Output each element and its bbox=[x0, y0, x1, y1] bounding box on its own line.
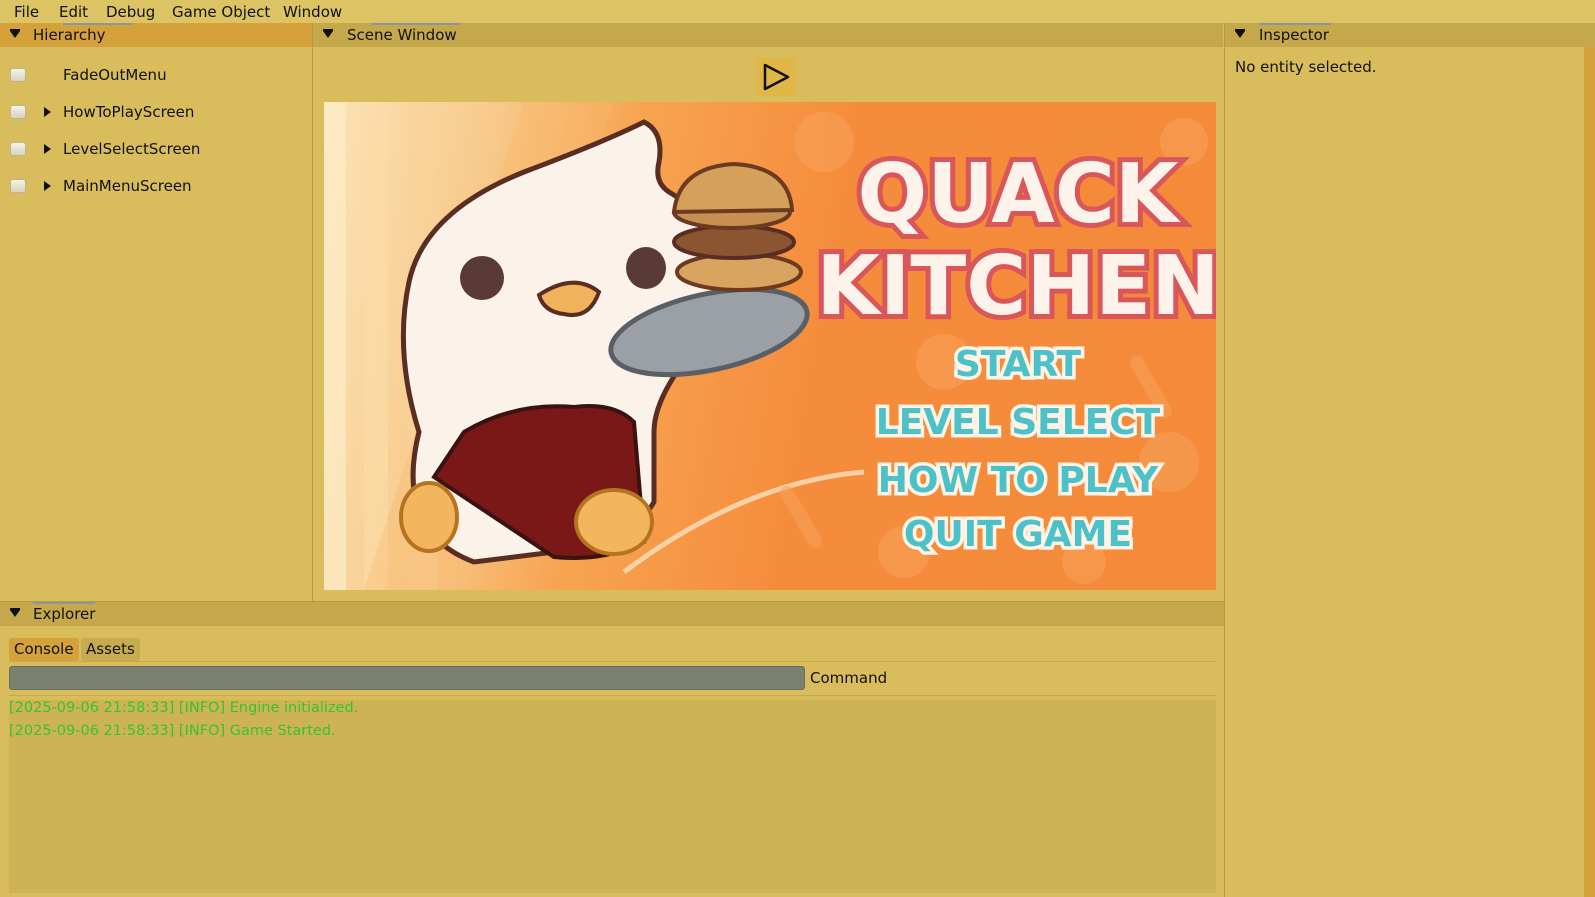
inspector-empty-text: No entity selected. bbox=[1235, 58, 1377, 76]
game-title-line2: KITCHEN bbox=[816, 239, 1216, 334]
play-button[interactable] bbox=[756, 58, 796, 96]
inspector-header[interactable]: Inspector bbox=[1225, 23, 1595, 47]
game-level-select-button: LEVEL SELECT bbox=[876, 402, 1161, 443]
hierarchy-item-levelselectscreen[interactable]: LevelSelectScreen bbox=[0, 138, 300, 164]
collapse-icon[interactable] bbox=[323, 29, 333, 38]
play-icon bbox=[763, 63, 790, 91]
visibility-icon[interactable] bbox=[10, 142, 26, 156]
divider bbox=[1224, 23, 1225, 897]
game-art: QUACK KITCHEN START LEVEL SELECT HOW TO … bbox=[324, 102, 1216, 590]
game-title-line1: QUACK bbox=[858, 147, 1182, 242]
menu-edit[interactable]: Edit bbox=[59, 3, 88, 21]
command-input[interactable] bbox=[9, 666, 805, 690]
visibility-icon[interactable] bbox=[10, 68, 26, 82]
menu-window[interactable]: Window bbox=[283, 3, 342, 21]
hierarchy-item-fadeoutmenu[interactable]: FadeOutMenu bbox=[0, 64, 300, 90]
game-start-button: START bbox=[955, 344, 1082, 385]
game-quit-button: QUIT GAME bbox=[904, 514, 1132, 555]
inspector-scrollbar[interactable] bbox=[1584, 47, 1595, 897]
hierarchy-item-howtoplayscreen[interactable]: HowToPlayScreen bbox=[0, 101, 300, 127]
log-line: [2025-09-06 21:58:33] [INFO] Game Starte… bbox=[9, 723, 336, 739]
log-line: [2025-09-06 21:58:33] [INFO] Engine init… bbox=[9, 700, 359, 716]
tab-assets[interactable]: Assets bbox=[81, 638, 140, 661]
tab-console[interactable]: Console bbox=[9, 638, 79, 661]
hierarchy-item-mainmenuscreen[interactable]: MainMenuScreen bbox=[0, 175, 300, 201]
game-how-to-play-button: HOW TO PLAY bbox=[878, 460, 1159, 501]
expand-arrow-icon[interactable] bbox=[44, 181, 51, 191]
expand-arrow-icon[interactable] bbox=[44, 107, 51, 117]
visibility-icon[interactable] bbox=[10, 179, 26, 193]
menu-file[interactable]: File bbox=[14, 3, 39, 21]
hierarchy-item-label: HowToPlayScreen bbox=[63, 103, 195, 121]
expand-arrow-icon[interactable] bbox=[44, 144, 51, 154]
game-viewport[interactable]: QUACK KITCHEN START LEVEL SELECT HOW TO … bbox=[324, 102, 1216, 590]
inspector-title: Inspector bbox=[1259, 26, 1329, 44]
divider bbox=[312, 23, 313, 601]
divider bbox=[9, 695, 1216, 696]
scene-title: Scene Window bbox=[347, 26, 457, 44]
menu-game-object[interactable]: Game Object bbox=[172, 3, 270, 21]
hierarchy-item-label: LevelSelectScreen bbox=[63, 140, 201, 158]
scene-header[interactable]: Scene Window bbox=[313, 23, 1223, 47]
divider bbox=[9, 661, 1216, 662]
explorer-header[interactable]: Explorer bbox=[0, 602, 1224, 626]
menu-bar: File Edit Debug Game Object Window bbox=[0, 0, 1595, 24]
hierarchy-item-label: MainMenuScreen bbox=[63, 177, 192, 195]
hierarchy-title: Hierarchy bbox=[33, 26, 106, 44]
explorer-title: Explorer bbox=[33, 605, 96, 623]
collapse-icon[interactable] bbox=[1235, 29, 1245, 38]
hierarchy-header[interactable]: Hierarchy bbox=[0, 23, 312, 47]
visibility-icon[interactable] bbox=[10, 105, 26, 119]
collapse-icon[interactable] bbox=[10, 29, 20, 38]
collapse-icon[interactable] bbox=[10, 608, 20, 617]
command-label: Command bbox=[810, 669, 888, 687]
menu-debug[interactable]: Debug bbox=[106, 3, 155, 21]
hierarchy-item-label: FadeOutMenu bbox=[63, 66, 167, 84]
